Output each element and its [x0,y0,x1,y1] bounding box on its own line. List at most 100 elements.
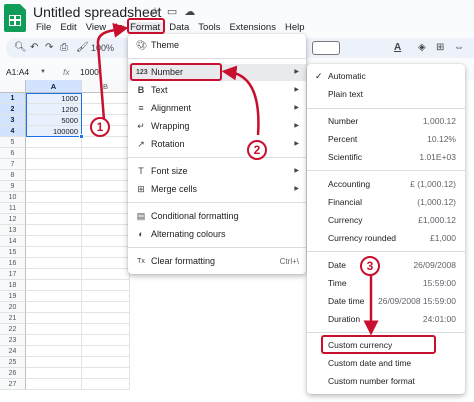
format-menu-font-size[interactable]: T Font size ▶ [128,163,306,180]
cell-a[interactable] [26,236,82,247]
number-format-accounting[interactable]: Accounting £ (1,000.12) [307,176,465,193]
row-header[interactable]: 15 [0,247,26,258]
menu-help[interactable]: Help [282,22,308,33]
menu-view[interactable]: View [83,22,109,33]
row-header[interactable]: 19 [0,291,26,302]
row-header[interactable]: 9 [0,181,26,192]
cell-a[interactable] [26,335,82,346]
column-header-b[interactable]: B [82,80,130,93]
cell-a[interactable] [26,170,82,181]
row-header[interactable]: 24 [0,346,26,357]
format-menu-wrapping[interactable]: ↵ Wrapping ▶ [128,118,306,135]
cell-a[interactable] [26,247,82,258]
format-menu-clear-formatting[interactable]: Tx Clear formatting Ctrl+\ [128,253,306,270]
cell-b[interactable] [82,203,130,214]
cell-b[interactable] [82,148,130,159]
number-format-date-time[interactable]: Date time 26/09/2008 15:59:00 [307,293,465,310]
format-menu-text[interactable]: B Text ▶ [128,82,306,99]
name-box[interactable]: A1:A4 [6,67,29,77]
row-header[interactable]: 14 [0,236,26,247]
cell-b[interactable] [82,324,130,335]
cell-b[interactable] [82,104,130,115]
row-header[interactable]: 8 [0,170,26,181]
row-header[interactable]: 18 [0,280,26,291]
cell-b[interactable] [82,159,130,170]
column-header-a[interactable]: A [26,80,82,93]
format-menu-alignment[interactable]: ≡ Alignment ▶ [128,100,306,117]
format-menu-alternating-colours[interactable]: ◐ Alternating colours [128,226,306,243]
menu-edit[interactable]: Edit [57,22,79,33]
cloud-status-icon[interactable]: ☁ [184,5,195,18]
borders-icon[interactable]: ⊞ [436,42,444,53]
menu-extensions[interactable]: Extensions [226,22,278,33]
cell-a[interactable] [26,368,82,379]
cell-b[interactable] [82,335,130,346]
fill-handle[interactable] [79,134,84,139]
row-header[interactable]: 16 [0,258,26,269]
row-header[interactable]: 12 [0,214,26,225]
format-menu-merge-cells[interactable]: ⊞ Merge cells ▶ [128,181,306,198]
cell-a[interactable] [26,280,82,291]
row-header[interactable]: 17 [0,269,26,280]
number-format-percent[interactable]: Percent 10.12% [307,131,465,148]
number-format-scientific[interactable]: Scientific 1.01E+03 [307,149,465,166]
menu-insert[interactable]: Insert [112,22,124,33]
cell-b[interactable] [82,214,130,225]
formula-input[interactable]: 1000 [80,67,99,77]
search-menus-icon[interactable]: 🔍︎ [14,42,27,53]
cell-b[interactable] [82,137,130,148]
cell-b[interactable] [82,357,130,368]
number-format-currency[interactable]: Currency £1,000.12 [307,212,465,229]
cell-b[interactable] [82,181,130,192]
cell-b[interactable] [82,247,130,258]
text-color-icon[interactable]: A [394,42,401,53]
format-menu-rotation[interactable]: ↗ Rotation ▶ [128,136,306,153]
cell-b[interactable] [82,379,130,390]
font-size-box[interactable] [312,41,340,55]
merge-icon[interactable]: ⇔ [454,42,464,53]
number-format-plain-text[interactable]: Plain text [307,86,465,103]
cell-b[interactable] [82,291,130,302]
row-header[interactable]: 26 [0,368,26,379]
cell-a[interactable] [26,302,82,313]
row-header[interactable]: 4 [0,126,26,137]
menu-data[interactable]: Data [166,22,192,33]
cell-a[interactable] [26,148,82,159]
cell-a[interactable] [26,258,82,269]
cell-a[interactable] [26,137,82,148]
row-header[interactable]: 5 [0,137,26,148]
cell-a[interactable] [26,346,82,357]
row-header[interactable]: 6 [0,148,26,159]
select-all-corner[interactable] [0,80,26,93]
cell-b[interactable] [82,258,130,269]
number-format-currency-rounded[interactable]: Currency rounded £1,000 [307,230,465,247]
cell-b[interactable] [82,170,130,181]
row-header[interactable]: 27 [0,379,26,390]
number-format-custom-number[interactable]: Custom number format [307,373,465,390]
cell-a[interactable] [26,214,82,225]
row-header[interactable]: 1 [0,93,26,104]
row-header[interactable]: 23 [0,335,26,346]
cell-b[interactable] [82,368,130,379]
format-menu-conditional-formatting[interactable]: ▤ Conditional formatting [128,208,306,225]
cell-b[interactable] [82,346,130,357]
cell-a[interactable] [26,313,82,324]
cell-b[interactable] [82,236,130,247]
row-header[interactable]: 20 [0,302,26,313]
number-format-automatic[interactable]: ✓ Automatic [307,68,465,85]
zoom-select[interactable]: 100% [91,43,114,53]
row-header[interactable]: 7 [0,159,26,170]
row-header[interactable]: 3 [0,115,26,126]
cell-a[interactable] [26,181,82,192]
cell-a[interactable] [26,269,82,280]
number-format-date[interactable]: Date 26/09/2008 [307,257,465,274]
cell-a[interactable] [26,203,82,214]
number-format-duration[interactable]: Duration 24:01:00 [307,311,465,328]
row-header[interactable]: 25 [0,357,26,368]
cell-b[interactable] [82,302,130,313]
row-header[interactable]: 22 [0,324,26,335]
menu-file[interactable]: File [33,22,54,33]
cell-b[interactable] [82,269,130,280]
cell-b[interactable] [82,313,130,324]
name-box-dropdown-icon[interactable]: ▼ [40,69,46,75]
